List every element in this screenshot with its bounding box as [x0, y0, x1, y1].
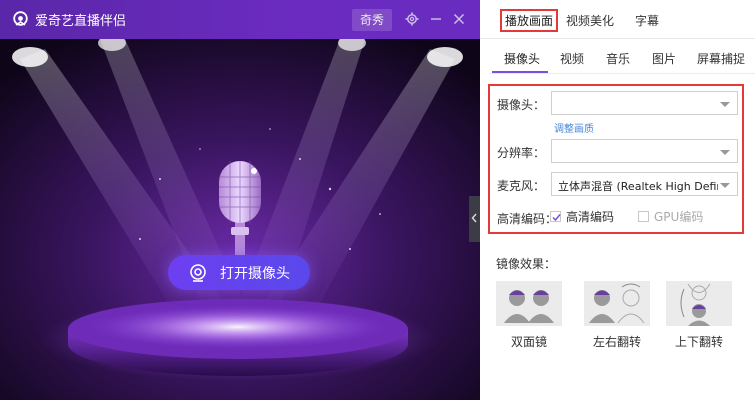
camera-select[interactable] — [551, 91, 738, 115]
qixiu-button[interactable]: 奇秀 — [352, 9, 392, 31]
hd-encoding-checkbox-label: 高清编码 — [566, 210, 615, 224]
microphone-select[interactable]: 立体声混音 (Realtek High Defin... — [551, 172, 738, 196]
app-title: 爱奇艺直播伴侣 — [35, 14, 127, 29]
chevron-down-icon — [720, 102, 730, 107]
hd-encoding-label: 高清编码： — [497, 212, 558, 226]
microphone-select-value: 立体声混音 (Realtek High Defin... — [558, 180, 718, 193]
gpu-encoding-checkbox-label: GPU编码 — [654, 210, 704, 224]
hd-encoding-option: 高清编码 — [550, 208, 614, 225]
gear-icon[interactable] — [405, 12, 419, 26]
gpu-encoding-checkbox[interactable] — [638, 211, 649, 222]
chevron-left-icon — [471, 213, 477, 223]
tab-playback-screen[interactable]: 播放画面 — [500, 9, 559, 32]
settings-panel: 播放画面 视频美化 字幕 摄像头 视频 音乐 图片 屏幕捕捉 摄像头： 调整画质… — [480, 0, 755, 400]
stage-background — [0, 39, 480, 400]
resolution-select[interactable] — [551, 139, 738, 163]
stage-panel: 爱奇艺直播伴侣 奇秀 打开摄像头 — [0, 0, 480, 400]
app-logo-icon — [13, 11, 28, 26]
flip-vertical-icon — [680, 283, 711, 326]
title-bar: 爱奇艺直播伴侣 奇秀 — [0, 0, 480, 39]
mirror-flip-vertical-thumbnail — [666, 281, 732, 326]
mirror-flip-vertical-label: 上下翻转 — [674, 335, 723, 349]
subtab-camera[interactable]: 摄像头 — [504, 50, 540, 67]
mirror-flip-vertical-option[interactable]: 上下翻转 — [666, 281, 732, 349]
open-camera-label: 打开摄像头 — [220, 265, 290, 282]
gpu-encoding-option: GPU编码 — [638, 208, 703, 225]
main-tab-bar: 播放画面 视频美化 字幕 — [480, 0, 755, 39]
open-camera-button[interactable]: 打开摄像头 — [168, 255, 310, 290]
mirror-flip-horizontal-label: 左右翻转 — [592, 335, 641, 349]
flip-horizontal-icon — [589, 283, 645, 324]
minimize-icon[interactable] — [429, 12, 443, 26]
mirror-effect-title: 镜像效果： — [496, 257, 557, 271]
adjust-picture-link[interactable]: 调整画质 — [554, 120, 594, 135]
tab-subtitle[interactable]: 字幕 — [635, 12, 659, 29]
subtab-video[interactable]: 视频 — [560, 50, 584, 67]
mirror-double-label: 双面镜 — [510, 335, 547, 349]
resolution-label: 分辨率： — [497, 146, 546, 160]
mirror-double-option[interactable]: 双面镜 — [496, 281, 562, 349]
device-settings-group: 摄像头： 调整画质 分辨率： 麦克风： 立体声混音 (Realtek High … — [488, 84, 744, 234]
mirror-flip-horizontal-thumbnail — [584, 281, 650, 326]
double-mirror-icon — [504, 290, 554, 323]
tab-divider — [490, 73, 755, 74]
mirror-double-thumbnail — [496, 281, 562, 326]
chevron-down-icon — [720, 183, 730, 188]
hd-encoding-checkbox[interactable] — [550, 211, 561, 222]
checkmark-icon — [552, 214, 561, 222]
subtab-music[interactable]: 音乐 — [606, 50, 630, 67]
source-tab-bar: 摄像头 视频 音乐 图片 屏幕捕捉 — [490, 44, 755, 74]
camera-label: 摄像头： — [497, 98, 546, 112]
chevron-down-icon — [720, 150, 730, 155]
subtab-screen-capture[interactable]: 屏幕捕捉 — [697, 50, 745, 67]
tab-video-beauty[interactable]: 视频美化 — [566, 12, 614, 29]
webcam-icon — [190, 263, 206, 282]
collapse-panel-handle[interactable] — [469, 196, 480, 242]
microphone-label: 麦克风： — [497, 179, 546, 193]
mirror-flip-horizontal-option[interactable]: 左右翻转 — [584, 281, 650, 349]
close-icon[interactable] — [452, 12, 466, 26]
subtab-image[interactable]: 图片 — [652, 50, 676, 67]
